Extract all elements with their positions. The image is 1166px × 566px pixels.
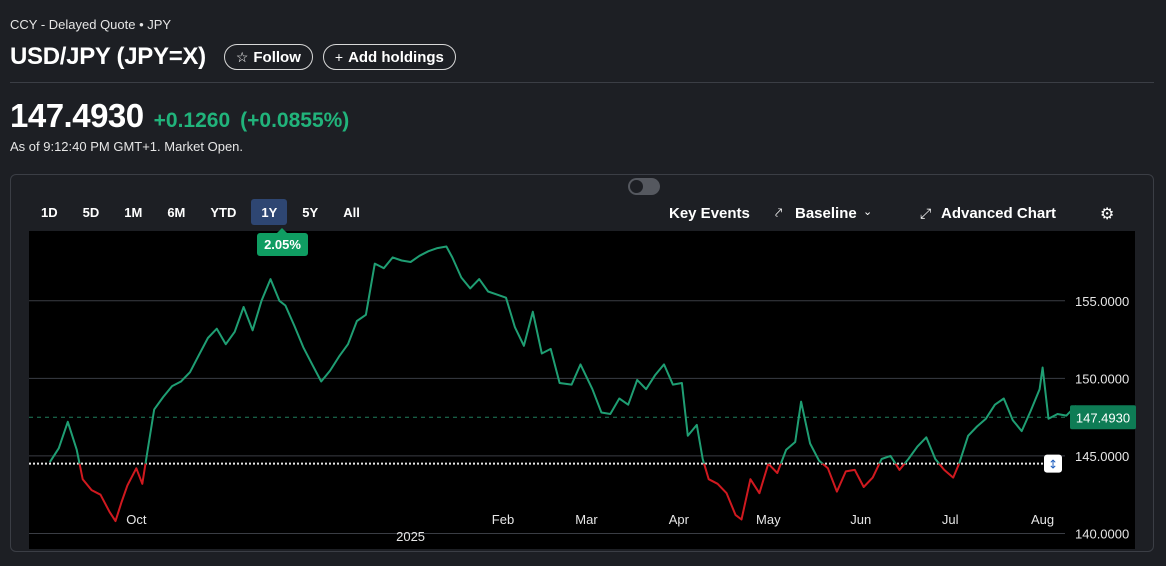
page-title: USD/JPY (JPY=X) [10, 43, 206, 70]
follow-button[interactable]: ☆ Follow [223, 44, 313, 70]
current-price: 147.4930 [10, 97, 144, 134]
price-change: +0.1260 [153, 109, 231, 132]
badge-pointer [277, 228, 287, 233]
range-change-badge-label: 2.05% [264, 237, 301, 252]
star-icon: ☆ [235, 48, 249, 65]
chart-panel: 1D 5D 1M 6M YTD 1Y 5Y All Key Events ⤤ Baseline… [10, 174, 1154, 552]
y-tick-label: 150.0000 [1075, 371, 1129, 386]
follow-label: Follow [253, 48, 301, 66]
x-tick-label: Jul [942, 512, 959, 527]
breadcrumb: CCY - Delayed Quote • JPY [10, 17, 172, 32]
x-tick-label: Apr [669, 512, 690, 527]
header-divider [10, 82, 1154, 83]
y-tick-label: 145.0000 [1075, 449, 1129, 464]
add-holdings-label: Add holdings [348, 48, 444, 66]
plot-area [29, 231, 1135, 549]
x-tick-label: 2025 [396, 529, 425, 544]
x-tick-label: May [756, 512, 781, 527]
price-chart[interactable]: 155.0000 150.0000 145.0000 140.0000 Oct 2025 F… [11, 175, 1154, 552]
title-row: USD/JPY (JPY=X) ☆ Follow + Add holdings [10, 43, 456, 71]
quote-row: 147.4930 +0.1260 (+0.0855%) [10, 97, 349, 135]
current-price-tag-label: 147.4930 [1076, 410, 1130, 425]
y-tick-label: 155.0000 [1075, 294, 1129, 309]
y-tick-label: 140.0000 [1075, 526, 1129, 541]
plus-icon: + [334, 49, 344, 65]
x-tick-label: Aug [1031, 512, 1054, 527]
x-tick-label: Mar [575, 512, 598, 527]
x-tick-label: Jun [850, 512, 871, 527]
quote-timestamp: As of 9:12:40 PM GMT+1. Market Open. [10, 139, 244, 154]
x-tick-label: Oct [126, 512, 147, 527]
price-change-percent: (+0.0855%) [240, 109, 350, 132]
x-tick-label: Feb [492, 512, 514, 527]
up-down-arrow-icon: ↕ [1048, 458, 1058, 472]
add-holdings-button[interactable]: + Add holdings [322, 44, 456, 70]
